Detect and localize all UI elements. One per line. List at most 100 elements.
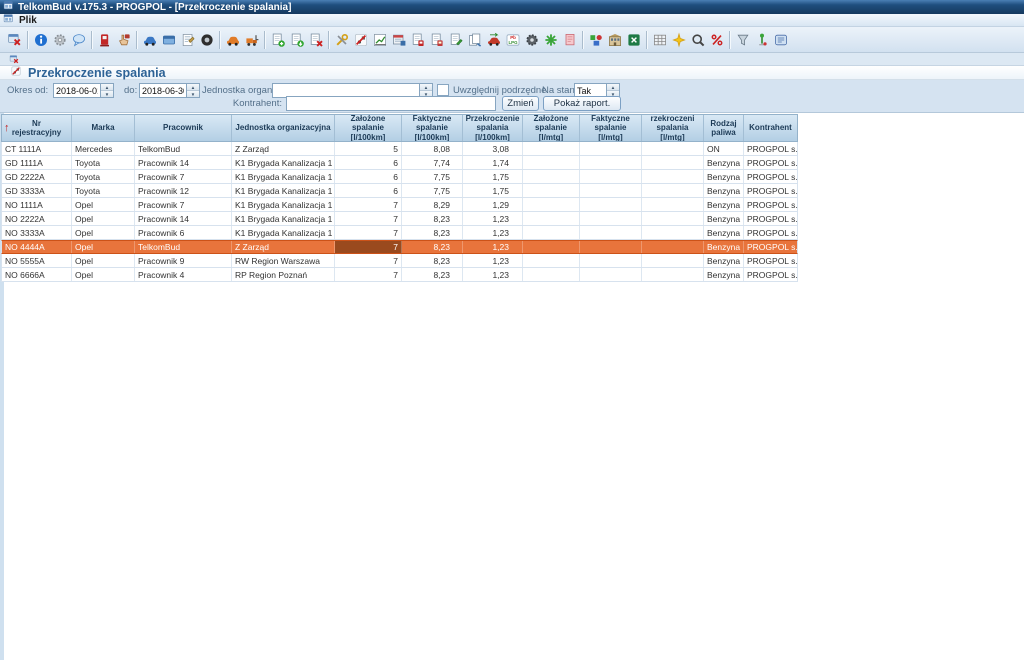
table-cell[interactable]: 1,29 [463,198,523,211]
table-cell[interactable]: 1,75 [463,170,523,183]
selected-cell[interactable]: 7 [335,241,402,253]
document-edit-icon[interactable] [446,29,465,50]
table-cell[interactable]: 7 [335,268,402,281]
table-cell[interactable] [523,241,580,253]
table-cell[interactable]: K1 Brygada Kanalizacja 1 [232,156,335,169]
table-row[interactable]: NO 6666AOpelPracownik 4RP Region Poznań7… [1,268,798,282]
table-cell[interactable]: Benzyna [704,156,744,169]
spinner-up-icon[interactable]: ▲ [420,84,432,91]
table-cell[interactable]: Opel [72,198,135,211]
table-cell[interactable]: 7 [335,226,402,239]
table-cell[interactable]: PROGPOL s.c [744,241,797,253]
table-cell[interactable]: PROGPOL s.c [744,142,797,155]
table-cell[interactable] [642,241,704,253]
table-cell[interactable]: Opel [72,212,135,225]
tools-icon[interactable] [332,29,351,50]
table-cell[interactable]: NO 3333A [2,226,72,239]
spinner-up-icon[interactable]: ▲ [607,84,619,91]
table-cell[interactable] [523,212,580,225]
table-cell[interactable]: 6 [335,184,402,197]
car-orange-icon[interactable] [223,29,242,50]
sparkle-icon[interactable] [669,29,688,50]
table-cell[interactable] [642,142,704,155]
table-cell[interactable]: 6 [335,170,402,183]
table-cell[interactable]: Pracownik 14 [135,156,232,169]
column-header-7[interactable]: Przekroczenie spalania [l/100km] [463,115,523,141]
table-cell[interactable]: Benzyna [704,226,744,239]
column-header-8[interactable]: Założone spalanie [l/mtg] [523,115,580,141]
table-cell[interactable]: Opel [72,226,135,239]
table-cell[interactable]: PROGPOL s.c [744,254,797,267]
table-cell[interactable]: GD 1111A [2,156,72,169]
pokaz-raport-button[interactable]: Pokaż raport. [543,96,621,111]
table-cell[interactable]: Pracownik 7 [135,198,232,211]
column-header-1[interactable]: Nr rejestracyjny↑ [2,115,72,141]
table-cell[interactable]: Pracownik 7 [135,170,232,183]
table-cell[interactable] [523,226,580,239]
uwzglednij-podrzedne-checkbox[interactable] [437,84,449,96]
table-cell[interactable]: PROGPOL s.c [744,170,797,183]
table-cell[interactable]: 7 [335,254,402,267]
building-icon[interactable] [605,29,624,50]
table-cell[interactable] [580,241,642,253]
table-cell[interactable]: 7 [335,212,402,225]
grid-table-icon[interactable] [650,29,669,50]
filter-funnel-icon[interactable] [733,29,752,50]
table-cell[interactable]: 8,23 [402,254,463,267]
fuel-pump-icon[interactable] [95,29,114,50]
table-cell[interactable]: Toyota [72,170,135,183]
table-cell[interactable] [523,156,580,169]
table-row[interactable]: CT 1111AMercedesTelkomBudZ Zarząd58,083,… [1,142,798,156]
table-row[interactable]: GD 1111AToyotaPracownik 14K1 Brygada Kan… [1,156,798,170]
table-cell[interactable] [523,268,580,281]
table-cell[interactable]: 7 [335,198,402,211]
table-cell[interactable]: Pracownik 9 [135,254,232,267]
table-cell[interactable] [642,184,704,197]
close-window-icon[interactable] [5,29,24,50]
form-edit-icon[interactable] [178,29,197,50]
calendar-save-icon[interactable] [389,29,408,50]
table-cell[interactable]: 8,23 [402,226,463,239]
table-cell[interactable]: CT 1111A [2,142,72,155]
table-cell[interactable]: TelkomBud [135,241,232,253]
table-cell[interactable] [580,226,642,239]
column-header-11[interactable]: Rodzaj paliwa [704,115,744,141]
kontrahent-input[interactable] [286,96,496,111]
table-cell[interactable]: PROGPOL s.c [744,198,797,211]
table-cell[interactable]: GD 3333A [2,184,72,197]
table-row[interactable]: NO 3333AOpelPracownik 6K1 Brygada Kanali… [1,226,798,240]
table-row[interactable]: NO 2222AOpelPracownik 14K1 Brygada Kanal… [1,212,798,226]
spinner-down-icon[interactable]: ▼ [101,91,113,97]
table-cell[interactable]: PROGPOL s.c [744,212,797,225]
table-cell[interactable]: 7,75 [402,184,463,197]
table-cell[interactable]: 5 [335,142,402,155]
table-cell[interactable]: Benzyna [704,184,744,197]
document-delete-icon[interactable] [306,29,325,50]
table-cell[interactable] [523,142,580,155]
table-cell[interactable]: 1,75 [463,184,523,197]
do-spinner[interactable]: ▲▼ [187,83,200,98]
table-cell[interactable] [523,184,580,197]
table-cell[interactable]: NO 4444A [2,241,72,253]
forklift-icon[interactable] [242,29,261,50]
table-cell[interactable]: Toyota [72,156,135,169]
do-input[interactable] [139,83,187,98]
percent-icon[interactable] [707,29,726,50]
table-cell[interactable]: K1 Brygada Kanalizacja 1 [232,170,335,183]
table-cell[interactable] [642,156,704,169]
table-row[interactable]: GD 2222AToyotaPracownik 7K1 Brygada Kana… [1,170,798,184]
table-cell[interactable]: 8,29 [402,198,463,211]
column-header-3[interactable]: Pracownik [135,115,232,141]
magnifier-icon[interactable] [688,29,707,50]
car-transfer-icon[interactable] [484,29,503,50]
table-cell[interactable] [523,170,580,183]
panel-icon[interactable] [159,29,178,50]
document-copy-icon[interactable] [465,29,484,50]
table-cell[interactable]: Pracownik 12 [135,184,232,197]
blocks-icon[interactable] [586,29,605,50]
table-cell[interactable] [642,254,704,267]
table-cell[interactable]: 1,23 [463,254,523,267]
table-cell[interactable]: Pracownik 6 [135,226,232,239]
okres-od-input[interactable] [53,83,101,98]
table-cell[interactable]: 3,08 [463,142,523,155]
